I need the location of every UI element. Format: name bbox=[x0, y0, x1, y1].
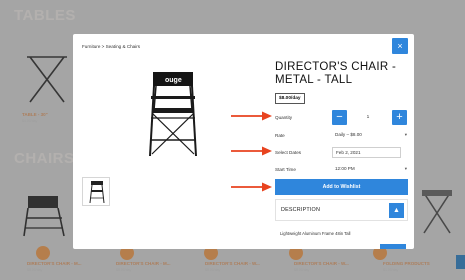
select-dates-label: Select Dates bbox=[275, 150, 302, 155]
product-modal: Furniture > Seating & Chairs × ouge DIRE… bbox=[73, 34, 414, 249]
chevron-down-icon: ▾ bbox=[404, 166, 407, 171]
price-badge: $8.00/day bbox=[275, 93, 305, 104]
chevron-down-icon: ▾ bbox=[404, 132, 407, 137]
quantity-label: Quantity bbox=[275, 115, 293, 120]
annotation-arrow-icon bbox=[231, 146, 272, 156]
description-toggle-button[interactable]: ▲ bbox=[389, 203, 404, 218]
add-to-wishlist-button[interactable]: Add to Wishlist bbox=[275, 179, 408, 195]
annotation-arrow-icon bbox=[231, 182, 272, 192]
product-main-image: ouge bbox=[149, 72, 197, 157]
chevron-up-icon: ▲ bbox=[393, 207, 400, 214]
breadcrumb[interactable]: Furniture > Seating & Chairs bbox=[82, 44, 140, 49]
close-icon: × bbox=[397, 41, 403, 51]
date-input[interactable]: Feb 2, 2021 bbox=[332, 147, 401, 158]
rate-label: Rate bbox=[275, 133, 285, 138]
description-text: Lightweight Aluminum Frame 48in Tall bbox=[280, 231, 351, 236]
description-heading: DESCRIPTION bbox=[281, 207, 321, 213]
close-button[interactable]: × bbox=[392, 38, 408, 54]
scroll-indicator[interactable] bbox=[380, 244, 406, 249]
rate-select[interactable]: Daily – $8.00 ▾ bbox=[332, 129, 408, 140]
quantity-decrement-button[interactable]: − bbox=[332, 110, 347, 125]
quantity-input[interactable]: 1 bbox=[348, 110, 388, 125]
rate-select-value: Daily – $8.00 bbox=[335, 132, 362, 137]
description-accordion[interactable]: DESCRIPTION ▲ bbox=[275, 199, 408, 221]
annotation-arrow-icon bbox=[231, 111, 272, 121]
plus-icon: + bbox=[396, 111, 403, 123]
minus-icon: − bbox=[336, 111, 343, 123]
product-thumbnail[interactable] bbox=[82, 177, 110, 206]
start-time-select[interactable]: 12:00 PM ▾ bbox=[332, 163, 408, 174]
start-time-select-value: 12:00 PM bbox=[335, 166, 355, 171]
chair-logo-text: ouge bbox=[165, 77, 182, 84]
product-title: DIRECTOR'S CHAIR - METAL - TALL bbox=[275, 61, 397, 86]
quantity-increment-button[interactable]: + bbox=[392, 110, 407, 125]
start-time-label: Start Time bbox=[275, 167, 296, 172]
